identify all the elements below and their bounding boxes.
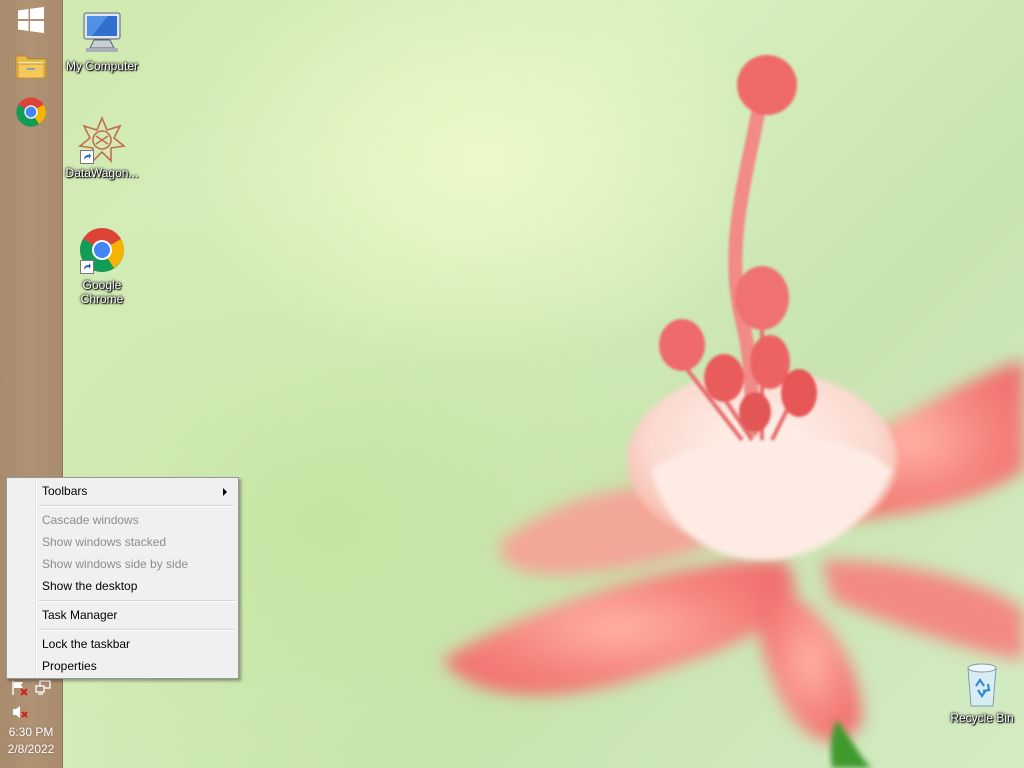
network-icon	[35, 680, 51, 695]
shortcut-arrow-icon	[80, 150, 94, 164]
shortcut-arrow-icon	[80, 260, 94, 274]
menu-item-label: Cascade windows	[42, 513, 139, 527]
menu-item-label: Show the desktop	[42, 579, 138, 593]
tray-action-center-button[interactable]	[11, 680, 29, 699]
menu-separator	[38, 505, 235, 507]
chrome-icon	[16, 97, 46, 127]
volume-muted-icon	[13, 706, 28, 718]
menu-item-task-manager[interactable]: Task Manager	[9, 604, 236, 626]
folder-icon	[15, 55, 47, 79]
start-button[interactable]	[9, 0, 53, 40]
menu-item-label: Show windows side by side	[42, 557, 189, 571]
menu-item-label: Toolbars	[42, 484, 88, 498]
taskbar-context-menu: Toolbars Cascade windows Show windows st…	[6, 477, 239, 679]
desktop-icon-label: My Computer	[65, 59, 139, 73]
computer-icon	[83, 12, 121, 52]
tray-network-button[interactable]	[35, 680, 53, 699]
clock-time: 6:30 PM	[8, 725, 54, 739]
submenu-arrow-icon	[223, 488, 227, 496]
menu-item-properties[interactable]: Properties	[9, 655, 236, 677]
desktop-icon-label-line2: Chrome	[80, 292, 124, 306]
desktop-icon-google-chrome[interactable]: Google Chrome	[62, 226, 142, 306]
menu-item-label: Lock the taskbar	[42, 637, 131, 651]
recycle-bin-icon	[967, 663, 997, 707]
menu-separator	[38, 600, 235, 602]
taskbar-clock[interactable]: 6:30 PM 2/8/2022	[0, 724, 62, 758]
menu-item-label: Show windows stacked	[42, 535, 167, 549]
desktop-icon-label: DataWagon...	[65, 166, 139, 180]
action-center-flag-icon	[12, 681, 28, 696]
menu-item-lock-the-taskbar[interactable]: Lock the taskbar	[9, 633, 236, 655]
windows-logo-icon	[18, 7, 44, 33]
desktop-icon-my-computer[interactable]: My Computer	[62, 10, 142, 73]
tray-volume-button[interactable]	[11, 704, 29, 723]
menu-item-cascade-windows[interactable]: Cascade windows	[9, 509, 236, 531]
taskbar-file-explorer-button[interactable]	[9, 45, 53, 85]
desktop-icon-label: Recycle Bin	[950, 711, 1014, 725]
desktop-icon-datawagon[interactable]: DataWagon...	[62, 115, 142, 180]
menu-separator	[38, 629, 235, 631]
menu-item-label: Properties	[42, 659, 97, 673]
clock-date: 2/8/2022	[7, 742, 55, 756]
desktop-icon-recycle-bin[interactable]: Recycle Bin	[942, 660, 1022, 725]
menu-item-show-windows-side-by-side[interactable]: Show windows side by side	[9, 553, 236, 575]
menu-item-show-windows-stacked[interactable]: Show windows stacked	[9, 531, 236, 553]
menu-item-toolbars[interactable]: Toolbars	[9, 480, 236, 502]
menu-item-label: Task Manager	[42, 608, 118, 622]
desktop-icon-label-line1: Google	[82, 278, 122, 292]
taskbar-chrome-button[interactable]	[9, 92, 53, 132]
menu-item-show-the-desktop[interactable]: Show the desktop	[9, 575, 236, 597]
